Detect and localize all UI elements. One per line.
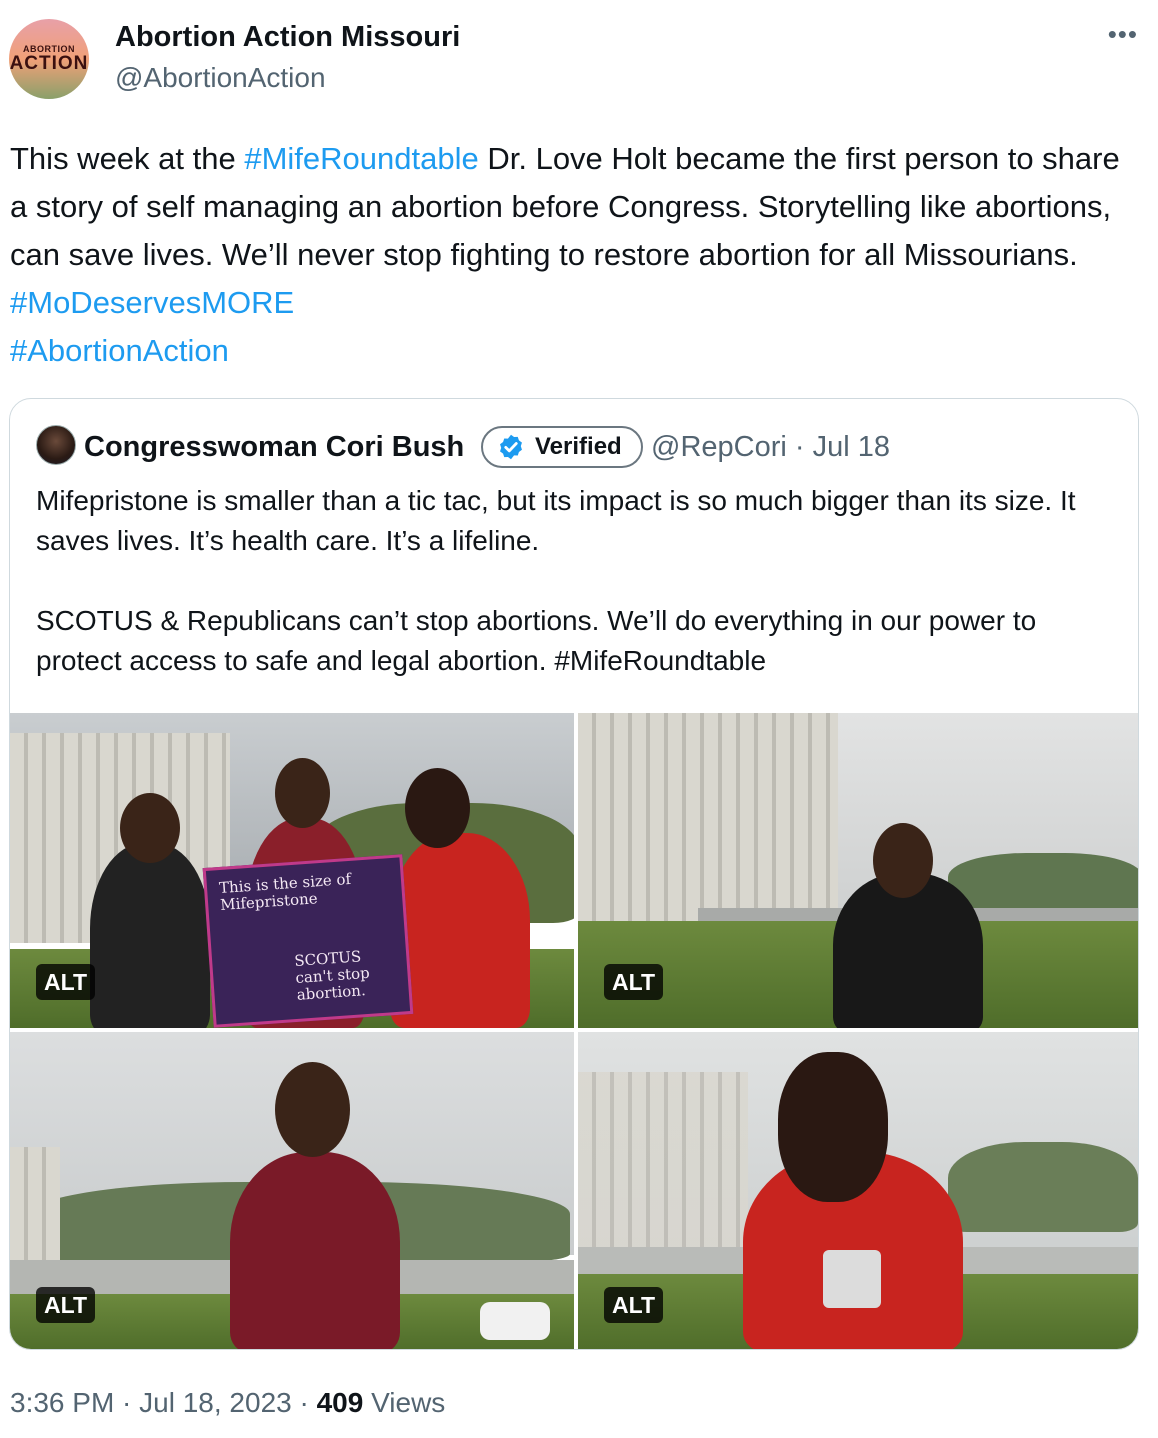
verified-label: Verified — [535, 433, 622, 460]
photo-grid: This is the size of Mifepristone SCOTUS … — [10, 713, 1138, 1349]
tweet-meta: 3:36 PM · Jul 18, 2023 · 409 Views — [10, 1385, 445, 1421]
person — [230, 1152, 400, 1349]
photo-3[interactable]: ALT — [10, 1032, 574, 1349]
verified-badge[interactable]: Verified — [481, 426, 643, 468]
alt-badge[interactable]: ALT — [36, 964, 96, 1000]
hashtag-link[interactable]: #MifeRoundtable — [244, 141, 478, 176]
person-head — [275, 1062, 350, 1157]
alt-badge[interactable]: ALT — [604, 1287, 664, 1323]
alt-badge[interactable]: ALT — [36, 1287, 96, 1323]
protest-sign: This is the size of Mifepristone SCOTUS … — [202, 854, 414, 1028]
quote-paragraph: Mifepristone is smaller than a tic tac, … — [36, 485, 1076, 556]
person — [90, 843, 210, 1028]
trees — [948, 1142, 1138, 1232]
white-car — [480, 1302, 550, 1340]
tweet-text-segment: This week at the — [10, 141, 245, 176]
person-head — [405, 768, 470, 848]
photo-4[interactable]: ALT — [578, 1032, 1138, 1349]
quote-handle-date: @RepCori · Jul 18 — [651, 431, 890, 463]
person-head — [873, 823, 933, 898]
ellipsis-icon[interactable]: ••• — [1108, 21, 1138, 47]
views-label: Views — [363, 1387, 446, 1418]
hashtag-link[interactable]: #AbortionAction — [10, 333, 229, 368]
views-count: 409 — [316, 1387, 364, 1418]
author-handle[interactable]: @AbortionAction — [115, 60, 326, 96]
pill-pack — [823, 1250, 881, 1308]
hashtag-link[interactable]: #MoDeservesMORE — [10, 285, 294, 320]
person-head — [120, 793, 180, 863]
quote-author-avatar — [36, 425, 76, 465]
tweet-timestamp[interactable]: 3:36 PM · Jul 18, 2023 · — [10, 1387, 317, 1418]
quoted-tweet[interactable]: Congresswoman Cori Bush Verified @RepCor… — [9, 398, 1139, 1350]
person-head — [778, 1052, 888, 1202]
quote-author-name: Congresswoman Cori Bush — [84, 431, 465, 463]
quote-text: Mifepristone is smaller than a tic tac, … — [36, 481, 1116, 721]
sign-text-2: SCOTUS can't stop abortion. — [293, 947, 371, 1004]
alt-badge[interactable]: ALT — [604, 964, 664, 1000]
verified-check-icon — [500, 434, 522, 460]
tweet-text: This week at the #MifeRoundtable Dr. Lov… — [10, 135, 1140, 375]
avatar-text-line2: ACTION — [9, 53, 89, 74]
quote-paragraph: SCOTUS & Republicans can’t stop abortion… — [36, 605, 1037, 676]
sign-text-1: This is the size of Mifepristone — [218, 869, 352, 915]
capitol-building — [10, 1147, 60, 1267]
trees — [948, 853, 1138, 913]
person-head — [275, 758, 330, 828]
author-display-name[interactable]: Abortion Action Missouri — [115, 19, 460, 55]
photo-1[interactable]: This is the size of Mifepristone SCOTUS … — [10, 713, 574, 1028]
photo-2[interactable]: ALT — [578, 713, 1138, 1028]
author-avatar[interactable]: ABORTION ACTION — [9, 19, 89, 99]
